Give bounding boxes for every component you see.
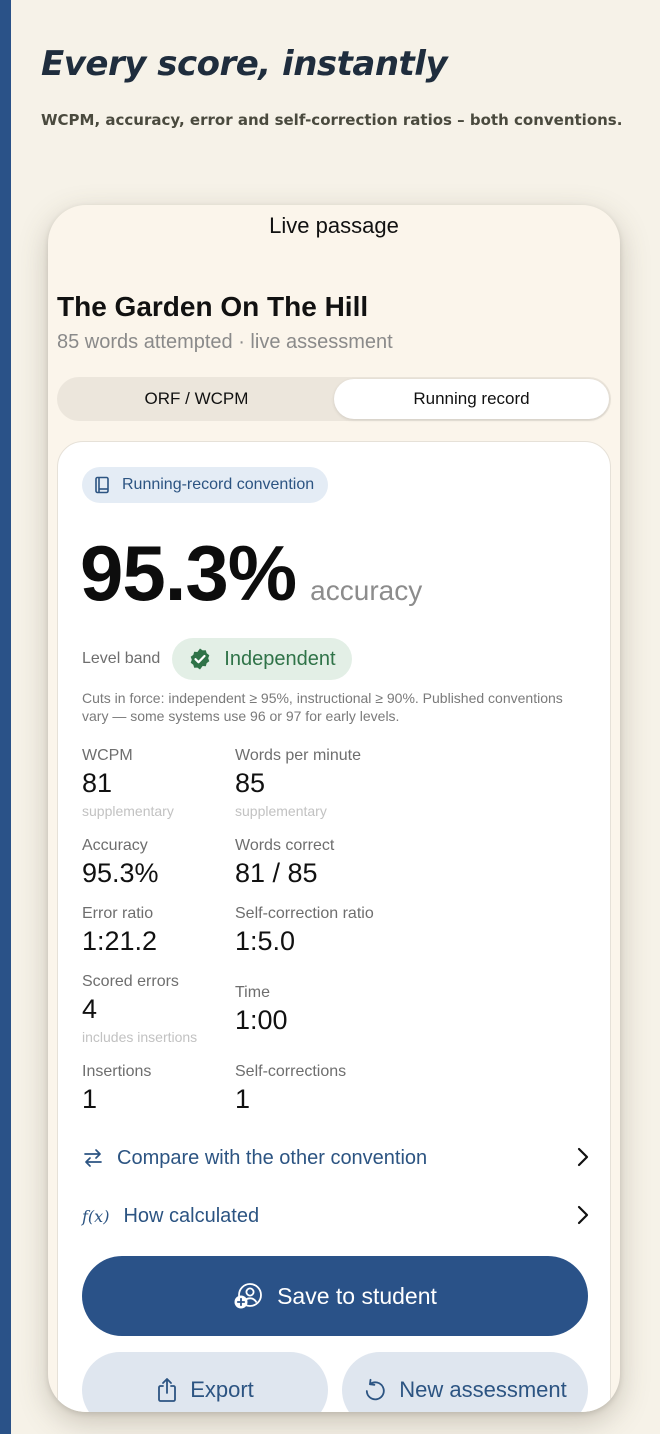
metric-label: WCPM [82, 747, 133, 764]
metric-error-ratio: Error ratio 1:21.2 [82, 905, 157, 957]
metric-value: 1:21.2 [82, 926, 158, 956]
metric-label: Words per minute [235, 747, 361, 764]
metric-value: 81 / 85 [235, 858, 318, 888]
metric-value: 95.3% [82, 858, 159, 888]
export-button[interactable]: Export [82, 1352, 328, 1412]
metric-self-corrections: Self-corrections 1 [235, 1063, 346, 1115]
share-icon [158, 1378, 177, 1402]
passage-title: The Garden On The Hill [57, 291, 369, 322]
add-person-icon [234, 1283, 262, 1309]
left-accent-bar [0, 0, 11, 1434]
compare-convention-label: Compare with the other convention [117, 1146, 428, 1169]
book-icon [95, 476, 109, 494]
how-calculated-link[interactable]: f(x) How calculated [82, 1201, 590, 1231]
convention-chip: Running-record convention [82, 467, 329, 503]
metric-scored-errors: Scored errors 4 includes insertions [82, 973, 197, 1045]
how-calculated-label: How calculated [123, 1204, 260, 1227]
metric-label: Self-corrections [235, 1063, 347, 1080]
export-label: Export [190, 1377, 254, 1402]
restart-icon [366, 1378, 385, 1401]
metric-words-correct: Words correct 81 / 85 [235, 837, 334, 889]
metric-accuracy: Accuracy 95.3% [82, 837, 159, 889]
metric-wpm: Words per minute 85 supplementary [235, 747, 361, 819]
hero-title: Every score, instantly [41, 44, 448, 84]
compare-convention-link[interactable]: Compare with the other convention [82, 1143, 590, 1173]
phone-frame: Live passage The Garden On The Hill 85 w… [48, 205, 620, 1412]
chevron-right-icon [577, 1205, 589, 1225]
new-assessment-button[interactable]: New assessment [342, 1352, 588, 1412]
hero-subtitle: WCPM, accuracy, error and self-correctio… [41, 111, 623, 129]
level-band-value: Independent [224, 647, 336, 670]
metric-label: Words correct [235, 837, 335, 854]
save-to-student-button[interactable]: Save to student [82, 1256, 588, 1336]
metric-wcpm: WCPM 81 supplementary [82, 747, 174, 819]
metric-label: Time [235, 984, 270, 1001]
metric-value: 1 [82, 1084, 98, 1114]
metric-insertions: Insertions 1 [82, 1063, 151, 1115]
metric-value: 81 [82, 768, 113, 798]
swap-arrows-icon [84, 1149, 102, 1167]
metric-value: 85 [235, 768, 266, 798]
tab-orf-wcpm[interactable]: ORF / WCPM [59, 379, 334, 419]
accuracy-big-value: 95.3% [80, 529, 297, 617]
function-icon: f(x) [82, 1206, 110, 1226]
metric-value: 1:5.0 [235, 926, 296, 956]
level-band-label: Level band [82, 650, 161, 667]
metric-self-correction-ratio: Self-correction ratio 1:5.0 [235, 905, 374, 957]
accuracy-hero: 95.3% accuracy [80, 528, 422, 619]
metric-label: Self-correction ratio [235, 905, 374, 922]
metric-value: 4 [82, 994, 98, 1024]
metric-label: Insertions [82, 1063, 152, 1080]
results-card: Running-record convention 95.3% accuracy… [57, 441, 611, 1412]
metric-label: Scored errors [82, 973, 179, 990]
metric-label: Accuracy [82, 837, 148, 854]
convention-segmented-control: ORF / WCPM Running record [57, 377, 611, 421]
new-assessment-label: New assessment [399, 1377, 567, 1402]
tab-running-record[interactable]: Running record [334, 379, 609, 419]
convention-chip-label: Running-record convention [122, 476, 315, 493]
passage-meta: 85 words attempted · live assessment [57, 331, 393, 353]
verified-check-icon [190, 648, 210, 670]
metric-note: supplementary [235, 803, 327, 819]
cuts-note: Cuts in force: independent ≥ 95%, instru… [82, 690, 563, 724]
metric-time: Time 1:00 [235, 984, 288, 1036]
metric-note: includes insertions [82, 1029, 198, 1045]
accuracy-big-unit: accuracy [310, 575, 423, 606]
metric-value: 1 [235, 1084, 251, 1114]
save-to-student-label: Save to student [277, 1282, 437, 1309]
chevron-right-icon [577, 1147, 589, 1167]
metric-note: supplementary [82, 803, 174, 819]
metric-label: Error ratio [82, 905, 154, 922]
metric-value: 1:00 [235, 1005, 288, 1035]
level-band-row: Level band Independent [82, 638, 352, 680]
screen-header: Live passage [269, 213, 399, 238]
level-band-badge: Independent [172, 638, 352, 680]
